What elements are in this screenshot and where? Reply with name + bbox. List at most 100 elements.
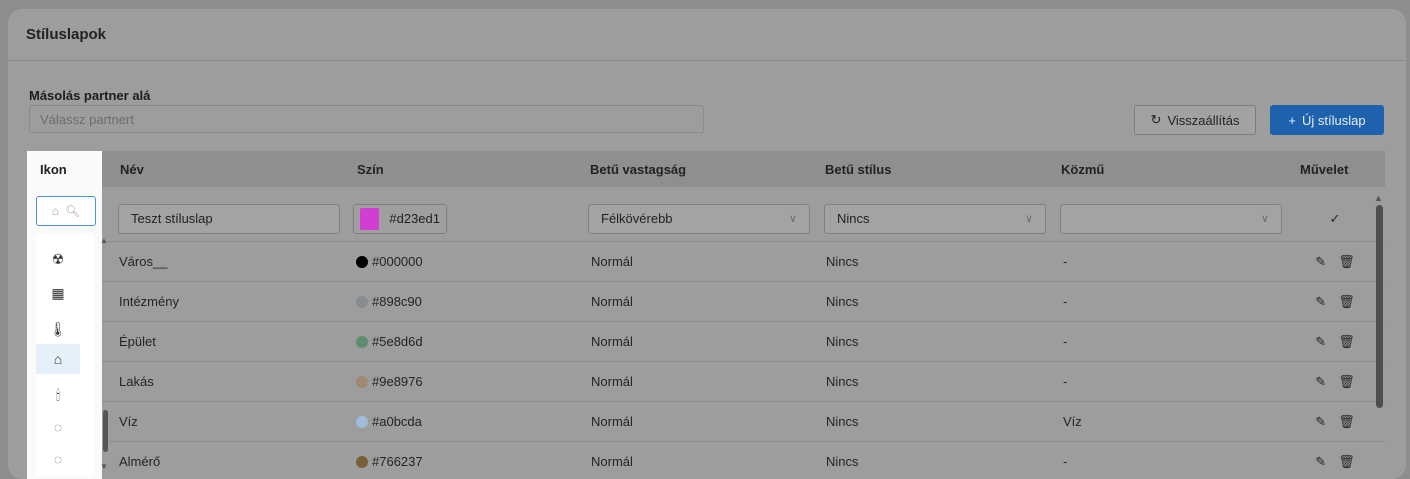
color-dot xyxy=(356,375,368,388)
edit-row: Teszt stíluslap #d23ed1 Félkövérebb ∨ Ni… xyxy=(27,196,1385,242)
row-color-value: #766237 xyxy=(372,454,423,469)
copy-partner-label: Másolás partner alá xyxy=(29,88,151,103)
row-name: Épület xyxy=(119,334,156,349)
row-style: Nincs xyxy=(826,374,859,389)
edit-icon[interactable]: ✎ xyxy=(1315,414,1326,430)
row-color: #000000 xyxy=(356,242,423,281)
table-row[interactable]: Intézmény #898c90 Normál Nincs - ✎ 🗑 xyxy=(27,282,1385,322)
house-water-icon[interactable]: ⌂ xyxy=(36,344,80,374)
icon-dropdown-list: ☢ ▦ 🌡︎ ⌂ 🕯︎ ◌ ◌ ▲ ▼ xyxy=(36,234,108,476)
reset-icon: ↻ xyxy=(1150,112,1162,127)
row-color-value: #9e8976 xyxy=(372,374,423,389)
scroll-down-icon[interactable]: ▼ xyxy=(100,462,108,471)
table-header: Név Szín Betű vastagság Betű stílus Közm… xyxy=(27,151,1385,187)
weight-select[interactable]: Félkövérebb ∨ xyxy=(588,203,810,234)
row-weight: Normál xyxy=(591,374,633,389)
chevron-down-icon: ∨ xyxy=(1260,213,1269,225)
trash-icon[interactable]: 🗑 xyxy=(1338,294,1355,310)
table-row[interactable]: Lakás #9e8976 Normál Nincs - ✎ 🗑 xyxy=(27,362,1385,402)
row-utility: - xyxy=(1063,254,1068,269)
row-color-value: #5e8d6d xyxy=(372,334,423,349)
trash-icon[interactable]: 🗑 xyxy=(1338,454,1355,470)
color-dot xyxy=(356,415,368,428)
color-value: #d23ed1 xyxy=(389,211,440,226)
row-style: Nincs xyxy=(826,334,859,349)
color-dot xyxy=(356,455,368,468)
edit-icon[interactable]: ✎ xyxy=(1315,254,1326,270)
edit-icon[interactable]: ✎ xyxy=(1315,374,1326,390)
chevron-down-icon: ∨ xyxy=(788,213,797,225)
row-utility: - xyxy=(1063,334,1068,349)
trash-icon[interactable]: 🗑 xyxy=(1338,254,1355,270)
header-utility: Közmű xyxy=(1061,162,1105,177)
color-swatch xyxy=(360,207,380,230)
check-icon: ✓ xyxy=(1329,210,1341,226)
row-color: #898c90 xyxy=(356,282,422,321)
row-weight: Normál xyxy=(591,254,633,269)
reset-button[interactable]: ↻ Visszaállítás xyxy=(1134,105,1256,135)
trash-icon[interactable]: 🗑 xyxy=(1338,374,1355,390)
house-water-icon: ⌂ xyxy=(51,204,59,218)
building-grid-icon[interactable]: ▦ xyxy=(36,278,80,308)
utility-select[interactable]: ∨ xyxy=(1060,203,1282,234)
edit-icon[interactable]: ✎ xyxy=(1315,334,1326,350)
dashed-circle-icon[interactable]: ◌ xyxy=(36,444,80,474)
row-color: #a0bcda xyxy=(356,402,422,441)
header-name: Név xyxy=(120,162,144,177)
color-dot xyxy=(356,255,368,268)
stylesheets-card: Stíluslapok Másolás partner alá Válassz … xyxy=(8,9,1406,479)
table-row[interactable]: Épület #5e8d6d Normál Nincs - ✎ 🗑 xyxy=(27,322,1385,362)
edit-icon[interactable]: ✎ xyxy=(1315,454,1326,470)
row-name: Lakás xyxy=(119,374,154,389)
name-input[interactable]: Teszt stíluslap xyxy=(118,203,340,234)
header-color: Szín xyxy=(357,162,384,177)
style-value: Nincs xyxy=(837,211,870,226)
style-select[interactable]: Nincs ∨ xyxy=(824,203,1046,234)
row-color: #766237 xyxy=(356,442,423,479)
color-dot xyxy=(356,295,368,308)
radiation-icon[interactable]: ☢ xyxy=(36,244,80,274)
confirm-button[interactable]: ✓ xyxy=(1295,211,1375,227)
dashed-circle-icon[interactable]: ◌ xyxy=(36,412,80,442)
edit-icon[interactable]: ✎ xyxy=(1315,294,1326,310)
row-utility: - xyxy=(1063,454,1068,469)
icon-search-input[interactable]: ⌂ 🔍︎ xyxy=(36,196,96,226)
trash-icon[interactable]: 🗑 xyxy=(1338,334,1355,350)
row-name: Város__ xyxy=(119,254,168,269)
row-weight: Normál xyxy=(591,414,633,429)
header-style: Betű stílus xyxy=(825,162,892,177)
scroll-up-icon[interactable]: ▲ xyxy=(1374,193,1383,203)
reset-button-label: Visszaállítás xyxy=(1167,112,1240,128)
table-row[interactable]: Almérő #766237 Normál Nincs - ✎ 🗑 xyxy=(27,442,1385,479)
row-color: #5e8d6d xyxy=(356,322,423,361)
card-title: Stíluslapok xyxy=(26,26,107,43)
candle-icon[interactable]: 🕯︎ xyxy=(36,380,80,410)
row-name: Almérő xyxy=(119,454,161,469)
row-style: Nincs xyxy=(826,294,859,309)
row-color: #9e8976 xyxy=(356,362,423,401)
trash-icon[interactable]: 🗑 xyxy=(1338,414,1355,430)
color-picker[interactable]: #d23ed1 xyxy=(353,203,447,234)
scroll-up-icon[interactable]: ▲ xyxy=(100,236,108,245)
row-weight: Normál xyxy=(591,294,633,309)
row-name: Intézmény xyxy=(119,294,179,309)
table-row[interactable]: Város__ #000000 Normál Nincs - ✎ 🗑 xyxy=(27,242,1385,282)
table-row[interactable]: Víz #a0bcda Normál Nincs Víz ✎ 🗑 xyxy=(27,402,1385,442)
header-weight: Betű vastagság xyxy=(590,162,687,177)
partner-select[interactable]: Válassz partnert xyxy=(29,105,704,133)
new-stylesheet-button[interactable]: + Új stíluslap xyxy=(1270,105,1384,135)
table-scrollbar[interactable] xyxy=(1376,205,1383,408)
row-style: Nincs xyxy=(826,254,859,269)
row-style: Nincs xyxy=(826,414,859,429)
icon-list-scrollbar[interactable] xyxy=(103,410,108,452)
row-name: Víz xyxy=(119,414,138,429)
weight-value: Félkövérebb xyxy=(601,211,673,226)
row-color-value: #898c90 xyxy=(372,294,422,309)
color-dot xyxy=(356,335,368,348)
search-icon: 🔍︎ xyxy=(65,204,81,218)
plus-icon: + xyxy=(1288,112,1296,128)
row-color-value: #000000 xyxy=(372,254,423,269)
row-style: Nincs xyxy=(826,454,859,469)
row-weight: Normál xyxy=(591,454,633,469)
thermometer-icon[interactable]: 🌡︎ xyxy=(36,314,80,344)
